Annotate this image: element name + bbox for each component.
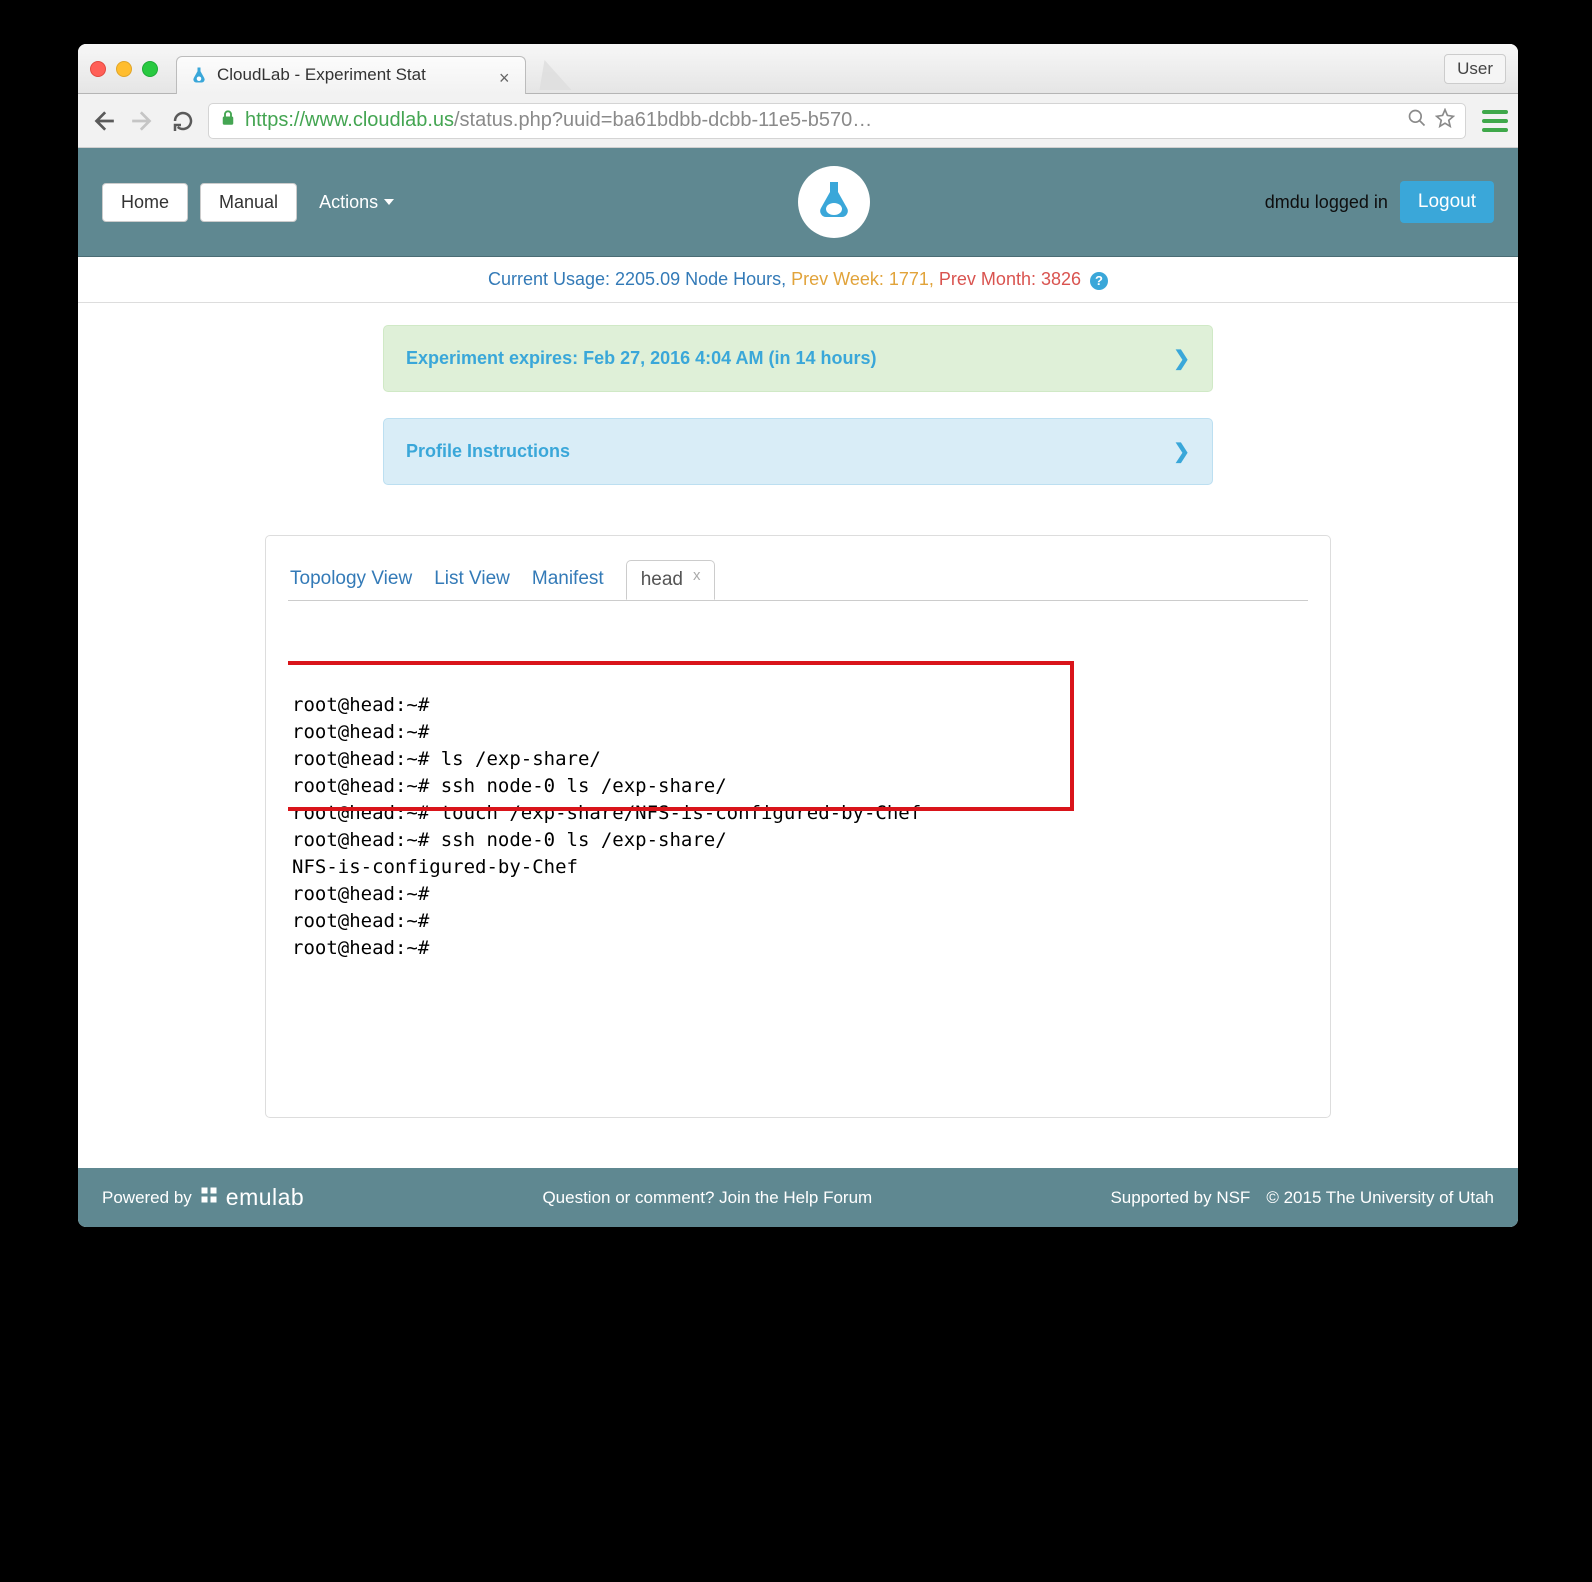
experiment-expires-title: Experiment expires: Feb 27, 2016 4:04 AM…	[406, 348, 877, 369]
footer-right: Supported by NSF © 2015 The University o…	[1110, 1188, 1494, 1208]
chrome-user-button[interactable]: User	[1444, 54, 1506, 84]
actions-label: Actions	[319, 192, 378, 213]
address-bar-row: https://www.cloudlab.us/status.php?uuid=…	[78, 94, 1518, 148]
chevron-right-icon: ❯	[1173, 346, 1190, 371]
terminal-output[interactable]: root@head:~#root@head:~#root@head:~# ls …	[288, 601, 1308, 1091]
tab-title: CloudLab - Experiment Stat	[217, 65, 483, 85]
cloudlab-logo-icon[interactable]	[798, 166, 870, 238]
back-button[interactable]	[88, 106, 118, 136]
new-tab-button[interactable]	[529, 60, 572, 90]
forward-button[interactable]	[128, 106, 158, 136]
address-bar[interactable]: https://www.cloudlab.us/status.php?uuid=…	[208, 103, 1466, 139]
terminal-line: root@head:~#	[292, 935, 1304, 962]
terminal-line: root@head:~#	[292, 719, 1304, 746]
site-footer: Powered by emulab Question or comment? J…	[78, 1168, 1518, 1227]
reload-button[interactable]	[168, 106, 198, 136]
current-usage-text: Current Usage: 2205.09 Node Hours,	[488, 269, 786, 289]
terminal-line: root@head:~# ssh node-0 ls /exp-share/	[292, 827, 1304, 854]
maximize-window-button[interactable]	[142, 61, 158, 77]
supported-by-text: Supported by NSF	[1110, 1188, 1250, 1208]
tab-close-icon[interactable]: x	[693, 567, 701, 584]
browser-window: CloudLab - Experiment Stat × User https:…	[78, 44, 1518, 1227]
terminal-line: root@head:~#	[292, 692, 1304, 719]
bookmark-star-icon[interactable]	[1435, 108, 1455, 134]
manual-button[interactable]: Manual	[200, 183, 297, 222]
emulab-logo-icon	[200, 1186, 218, 1209]
tab-topology-view[interactable]: Topology View	[290, 558, 412, 600]
terminal-tabs: Topology View List View Manifest head x	[288, 558, 1308, 601]
prev-week-text: Prev Week: 1771,	[791, 269, 934, 289]
prev-month-text: Prev Month: 3826	[939, 269, 1081, 289]
site-logo-container	[416, 166, 1253, 238]
tab-favicon-icon	[189, 65, 209, 85]
terminal-line: NFS-is-configured-by-Chef	[292, 854, 1304, 881]
logged-in-text: dmdu logged in	[1265, 192, 1388, 213]
help-icon[interactable]: ?	[1090, 272, 1108, 290]
profile-instructions-panel[interactable]: Profile Instructions ❯	[383, 418, 1213, 485]
search-icon[interactable]	[1407, 108, 1427, 134]
copyright-text: © 2015 The University of Utah	[1266, 1188, 1494, 1208]
tab-head-label: head	[641, 569, 683, 591]
close-window-button[interactable]	[90, 61, 106, 77]
traffic-lights	[90, 61, 158, 77]
terminal-line: root@head:~#	[292, 881, 1304, 908]
info-panels: Experiment expires: Feb 27, 2016 4:04 AM…	[383, 325, 1213, 485]
terminal-line: root@head:~# ssh node-0 ls /exp-share/	[292, 773, 1304, 800]
experiment-expires-panel[interactable]: Experiment expires: Feb 27, 2016 4:04 AM…	[383, 325, 1213, 392]
chrome-menu-icon[interactable]	[1482, 110, 1508, 132]
emulab-text: emulab	[226, 1184, 304, 1211]
actions-dropdown[interactable]: Actions	[309, 184, 404, 221]
caret-down-icon	[384, 199, 394, 205]
lock-icon	[219, 109, 237, 132]
site-header: Home Manual Actions dmdu logged in Logou…	[78, 148, 1518, 257]
minimize-window-button[interactable]	[116, 61, 132, 77]
tab-head-terminal[interactable]: head x	[626, 560, 716, 600]
window-titlebar: CloudLab - Experiment Stat × User	[78, 44, 1518, 94]
profile-instructions-title: Profile Instructions	[406, 441, 570, 462]
powered-by-label: Powered by	[102, 1188, 192, 1208]
home-button[interactable]: Home	[102, 183, 188, 222]
terminal-panel: Topology View List View Manifest head x …	[265, 535, 1331, 1118]
chevron-right-icon: ❯	[1173, 439, 1190, 464]
tab-close-icon[interactable]: ×	[499, 68, 513, 82]
usage-summary: Current Usage: 2205.09 Node Hours, Prev …	[78, 257, 1518, 303]
terminal-line: root@head:~# touch /exp-share/NFS-is-con…	[292, 800, 1304, 827]
page-content: Current Usage: 2205.09 Node Hours, Prev …	[78, 257, 1518, 1168]
terminal-line: root@head:~# ls /exp-share/	[292, 746, 1304, 773]
terminal-line: root@head:~#	[292, 908, 1304, 935]
browser-tab[interactable]: CloudLab - Experiment Stat ×	[176, 56, 526, 94]
logout-button[interactable]: Logout	[1400, 181, 1494, 223]
tab-manifest[interactable]: Manifest	[532, 558, 604, 600]
tab-list-view[interactable]: List View	[434, 558, 510, 600]
url-text: https://www.cloudlab.us/status.php?uuid=…	[245, 109, 1399, 132]
footer-help-link[interactable]: Question or comment? Join the Help Forum	[312, 1188, 1102, 1208]
